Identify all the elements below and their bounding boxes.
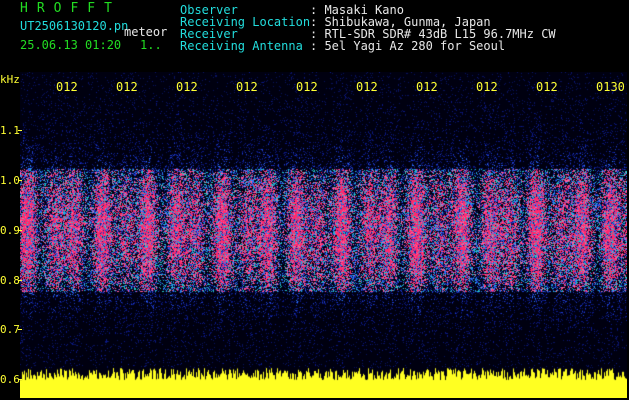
datetime-label: 25.06.13 01:20 <box>20 38 122 52</box>
y-tick-mark <box>18 329 22 330</box>
y-tick-mark <box>18 280 22 281</box>
x-tick-label: 012 <box>236 80 258 94</box>
x-tick-label: 012 <box>56 80 78 94</box>
x-tick-label: 012 <box>416 80 438 94</box>
y-tick-mark <box>18 130 22 131</box>
x-tick-label: 012 <box>116 80 138 94</box>
antenna-label: Receiving Antenna <box>180 39 303 53</box>
app-logo: HROFFT <box>20 1 121 16</box>
x-tick-label: 0130 <box>596 80 625 94</box>
y-tick-label: 0.9 <box>0 224 20 237</box>
y-tick-label: 1.1 <box>0 124 20 137</box>
y-tick-label: 0.8 <box>0 274 20 287</box>
antenna-value: : 5el Yagi Az 280 for Seoul <box>310 39 506 53</box>
spectrogram <box>20 72 627 398</box>
x-tick-label: 012 <box>176 80 198 94</box>
x-tick-label: 012 <box>296 80 318 94</box>
filename-label: UT2506130120.pn <box>20 19 129 33</box>
unit-label: kHz <box>0 73 20 86</box>
x-tick-label: 012 <box>476 80 498 94</box>
x-tick-label: 012 <box>356 80 378 94</box>
y-tick-label: 0.7 <box>0 323 20 336</box>
y-tick-label: 1.0 <box>0 174 20 187</box>
y-tick-mark <box>18 180 22 181</box>
y-tick-mark <box>18 230 22 231</box>
y-tick-mark <box>18 379 22 380</box>
y-tick-label: 0.6 <box>0 373 20 386</box>
x-tick-label: 012 <box>536 80 558 94</box>
frame-label: 1.. <box>140 38 162 52</box>
